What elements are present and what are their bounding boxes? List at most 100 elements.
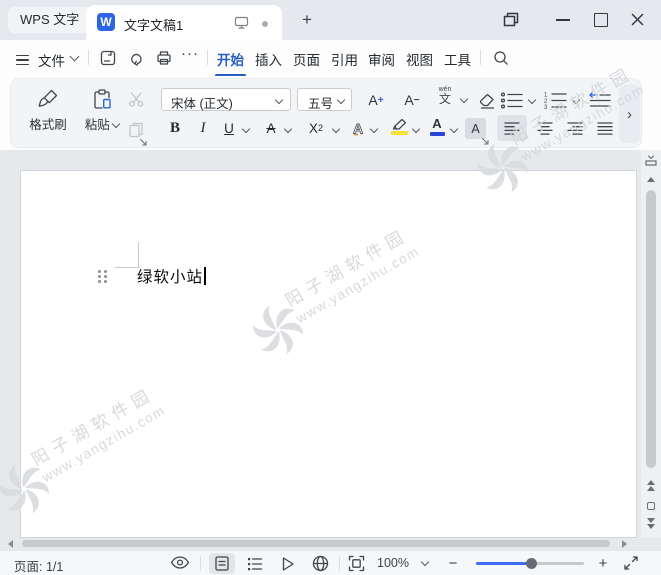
web-view-button[interactable] bbox=[307, 553, 333, 574]
ruler-toggle-icon[interactable] bbox=[645, 155, 657, 167]
bold-button[interactable]: B bbox=[163, 116, 187, 140]
pinyin-chevron-down-icon[interactable] bbox=[459, 94, 469, 104]
font-name-select[interactable]: 宋体 (正文) bbox=[161, 88, 291, 111]
vertical-scroll-thumb[interactable] bbox=[646, 190, 656, 468]
wps-writer-window: WPS 文字 W 文字文稿1 + 文件 ··· 开始 插入 页面 引用 审阅 视… bbox=[0, 0, 661, 575]
new-tab-button[interactable]: + bbox=[296, 9, 318, 31]
strikethrough-chevron-down-icon[interactable] bbox=[283, 124, 293, 134]
file-menu-button[interactable]: 文件 bbox=[38, 50, 65, 70]
globe-icon bbox=[312, 555, 328, 572]
format-painter-label: 格式刷 bbox=[29, 118, 67, 132]
fit-page-icon bbox=[348, 555, 365, 572]
decrease-indent-button[interactable] bbox=[587, 89, 613, 111]
character-shading-button[interactable]: A bbox=[465, 118, 486, 139]
scroll-right-icon[interactable] bbox=[622, 540, 627, 548]
fit-page-button[interactable] bbox=[348, 555, 365, 572]
pinyin-guide-button[interactable]: wén 文 bbox=[433, 86, 457, 105]
vertical-scrollbar bbox=[641, 150, 661, 538]
more-commands-icon[interactable]: ··· bbox=[181, 45, 199, 62]
tab-reference[interactable]: 引用 bbox=[331, 49, 358, 69]
align-center-button[interactable] bbox=[531, 115, 559, 141]
superscript-button[interactable]: X2 bbox=[303, 116, 329, 140]
document-page[interactable]: 绿软小站 bbox=[20, 170, 637, 538]
justify-button[interactable] bbox=[591, 115, 619, 141]
outline-view-button[interactable] bbox=[242, 553, 268, 574]
italic-button[interactable]: I bbox=[193, 116, 213, 140]
bullet-list-button[interactable] bbox=[499, 89, 525, 111]
maximize-icon[interactable] bbox=[594, 13, 608, 27]
align-right-button[interactable] bbox=[561, 115, 589, 141]
zoom-slider-thumb[interactable] bbox=[526, 558, 537, 569]
print-icon[interactable] bbox=[155, 49, 173, 67]
decrease-font-size-button[interactable]: A − bbox=[397, 88, 427, 112]
paragraph-dialog-launcher-icon[interactable] bbox=[481, 137, 490, 146]
previous-page-icon[interactable] bbox=[647, 480, 655, 491]
numbered-list-button[interactable]: 123 bbox=[543, 89, 569, 111]
tab-home[interactable]: 开始 bbox=[215, 49, 246, 77]
numbered-list-chevron-down-icon[interactable] bbox=[571, 95, 581, 105]
font-size-select[interactable]: 五号 bbox=[297, 88, 352, 111]
paste-button[interactable]: 粘贴 bbox=[77, 84, 127, 144]
scroll-up-icon[interactable] bbox=[647, 177, 655, 182]
underline-button[interactable]: U bbox=[219, 116, 239, 140]
zoom-out-button[interactable]: − bbox=[444, 553, 462, 573]
align-left-button[interactable] bbox=[497, 115, 527, 141]
highlight-color-swatch bbox=[390, 131, 408, 135]
horizontal-scrollbar bbox=[0, 538, 641, 550]
format-painter-button[interactable]: 格式刷 bbox=[21, 84, 75, 144]
text-effects-chevron-down-icon[interactable] bbox=[369, 124, 379, 134]
document-tab[interactable]: W 文字文稿1 bbox=[86, 5, 282, 40]
text-effects-button[interactable]: A bbox=[349, 116, 369, 140]
align-center-icon bbox=[537, 121, 553, 135]
tab-tools[interactable]: 工具 bbox=[444, 49, 471, 69]
page-view-button[interactable] bbox=[209, 553, 235, 574]
clear-formatting-button[interactable] bbox=[473, 88, 501, 112]
highlight-color-button[interactable] bbox=[387, 116, 411, 140]
superscript-chevron-down-icon[interactable] bbox=[331, 124, 341, 134]
scroll-left-icon[interactable] bbox=[8, 540, 13, 548]
align-left-icon bbox=[504, 121, 520, 135]
zoom-slider[interactable] bbox=[476, 558, 584, 569]
hamburger-icon[interactable] bbox=[16, 52, 29, 68]
undo-icon[interactable] bbox=[128, 49, 146, 67]
increase-font-size-button[interactable]: A + bbox=[361, 88, 391, 112]
bullet-list-chevron-down-icon[interactable] bbox=[527, 95, 537, 105]
align-right-icon bbox=[567, 121, 583, 135]
font-size-chevron-down-icon bbox=[336, 95, 346, 105]
strikethrough-button[interactable]: A bbox=[261, 116, 281, 140]
workspace-windows-icon[interactable] bbox=[503, 12, 520, 28]
font-color-chevron-down-icon[interactable] bbox=[449, 124, 459, 134]
spell-check-eye-icon[interactable] bbox=[170, 555, 190, 570]
svg-text:1: 1 bbox=[544, 93, 548, 99]
close-icon[interactable] bbox=[630, 12, 645, 27]
tab-view[interactable]: 视图 bbox=[406, 49, 433, 69]
minimize-icon[interactable] bbox=[556, 19, 570, 21]
fullscreen-button[interactable] bbox=[623, 555, 639, 571]
paragraph-drag-handle[interactable] bbox=[98, 270, 108, 285]
bullet-list-icon bbox=[500, 91, 523, 109]
zoom-chevron-down-icon[interactable] bbox=[420, 557, 430, 567]
font-color-button[interactable]: A bbox=[427, 116, 447, 140]
search-icon[interactable] bbox=[492, 49, 510, 67]
expand-ribbon-button[interactable]: › bbox=[619, 85, 640, 143]
horizontal-scroll-thumb[interactable] bbox=[22, 540, 610, 547]
underline-chevron-down-icon[interactable] bbox=[241, 124, 251, 134]
font-dialog-launcher-icon[interactable] bbox=[139, 138, 148, 147]
tab-page[interactable]: 页面 bbox=[293, 49, 320, 69]
zoom-level-value[interactable]: 100% bbox=[377, 556, 409, 570]
zoom-in-button[interactable]: + bbox=[594, 553, 612, 573]
paste-icon bbox=[77, 84, 127, 114]
save-icon[interactable] bbox=[99, 49, 117, 67]
cut-button[interactable] bbox=[123, 87, 149, 111]
next-page-icon[interactable] bbox=[647, 518, 655, 529]
tab-review[interactable]: 审阅 bbox=[368, 49, 395, 69]
file-chevron-down-icon[interactable] bbox=[69, 51, 80, 62]
reading-view-button[interactable] bbox=[275, 553, 301, 574]
wps-writer-doc-icon: W bbox=[97, 13, 115, 31]
font-name-chevron-down-icon bbox=[274, 95, 284, 105]
highlight-chevron-down-icon[interactable] bbox=[411, 124, 421, 134]
tab-insert[interactable]: 插入 bbox=[255, 49, 282, 69]
page-view-icon bbox=[215, 556, 229, 571]
wps-app-button[interactable]: WPS 文字 bbox=[8, 7, 92, 33]
select-browse-object-icon[interactable] bbox=[647, 502, 655, 510]
